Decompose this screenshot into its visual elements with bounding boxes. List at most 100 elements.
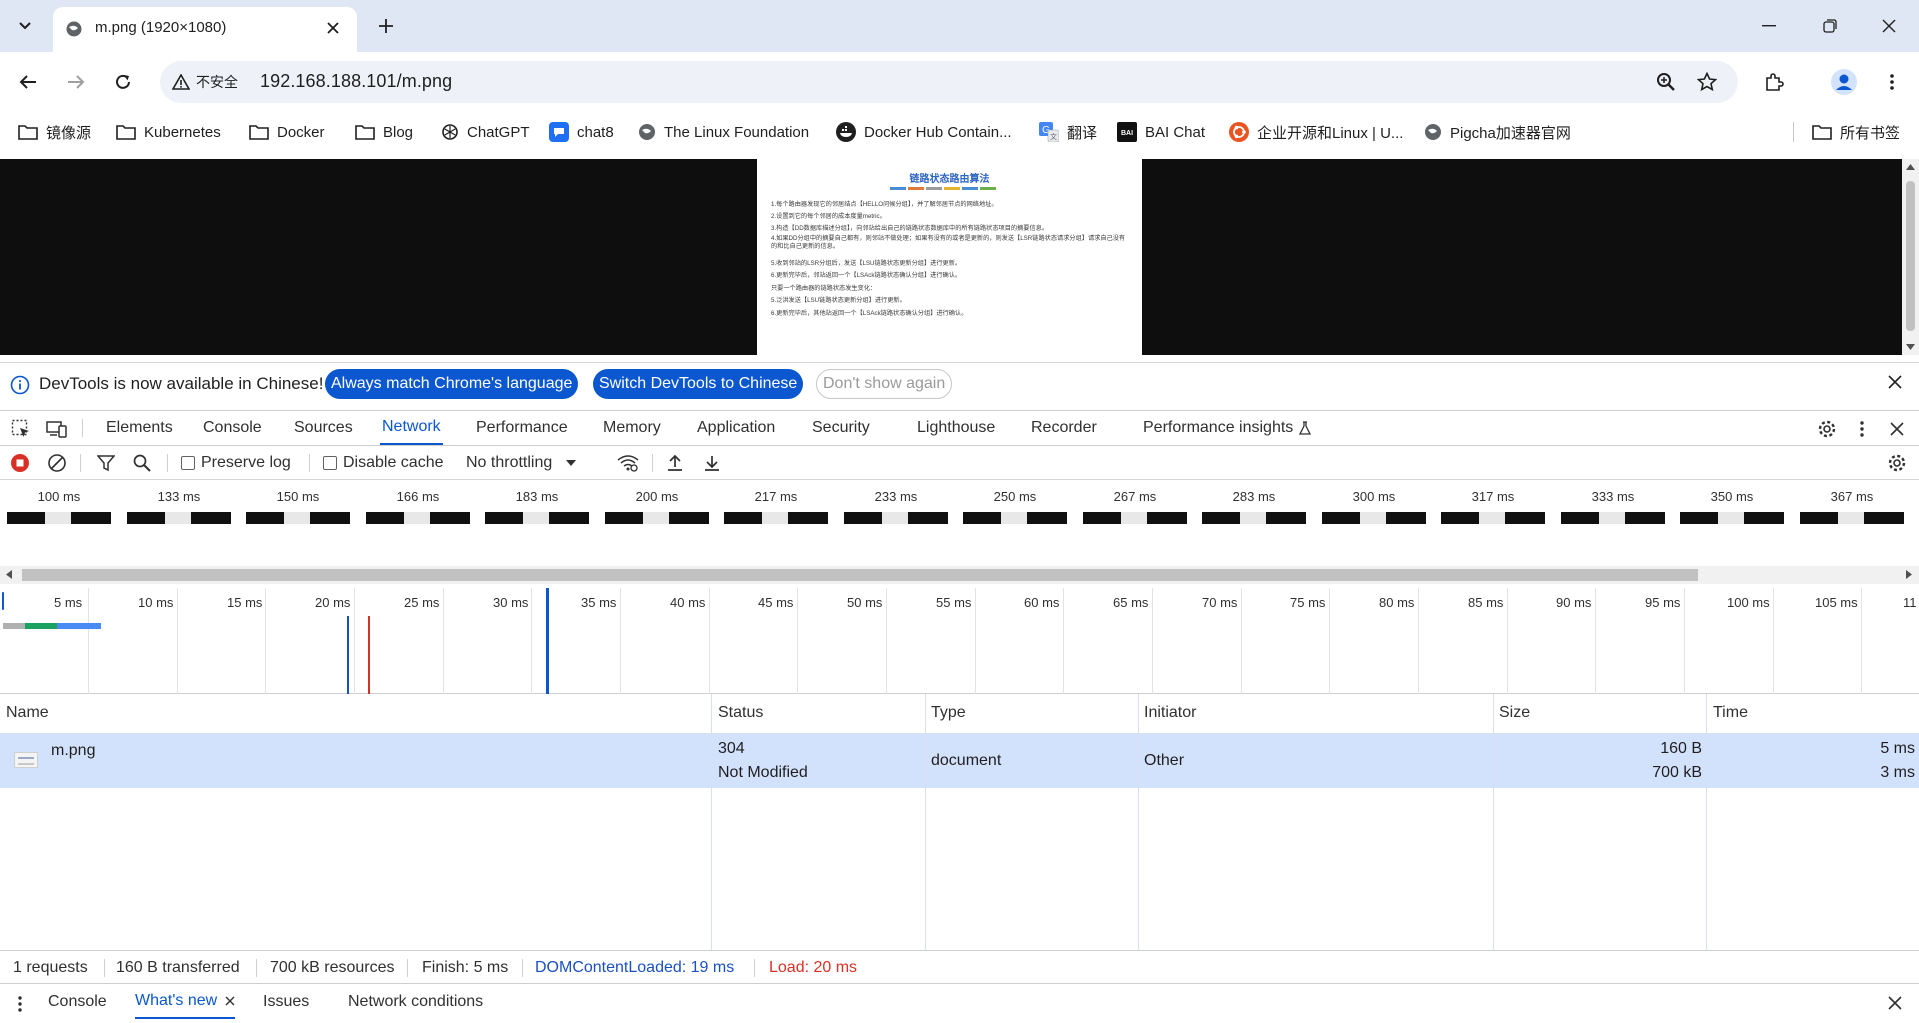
scrollbar-thumb[interactable]: [1906, 181, 1915, 331]
filmstrip-frame[interactable]: 367 ms: [1793, 480, 1911, 524]
bookmark-star-icon[interactable]: [1695, 70, 1719, 94]
column-header-time[interactable]: Time: [1713, 704, 1748, 722]
throttling-select[interactable]: No throttling: [466, 454, 577, 472]
network-conditions-icon[interactable]: [617, 453, 639, 473]
device-toolbar-icon[interactable]: [46, 418, 68, 440]
column-divider[interactable]: [925, 694, 926, 950]
timeline-cursor-marker[interactable]: [546, 588, 549, 694]
filmstrip-frame[interactable]: 300 ms: [1315, 480, 1433, 524]
tab-sources[interactable]: Sources: [292, 411, 355, 445]
tab-elements[interactable]: Elements: [104, 411, 175, 445]
tab-application[interactable]: Application: [695, 411, 777, 445]
filmstrip-frame[interactable]: 183 ms: [478, 480, 596, 524]
export-har-icon[interactable]: [701, 453, 723, 473]
browser-menu-button[interactable]: [1876, 66, 1908, 98]
preserve-log-checkbox[interactable]: Preserve log: [181, 454, 291, 472]
switch-to-chinese-button[interactable]: Switch DevTools to Chinese: [593, 369, 804, 399]
drawer-tab-network-conditions[interactable]: Network conditions: [348, 985, 483, 1019]
active-tab[interactable]: m.png (1920×1080): [53, 7, 357, 52]
drawer-menu-icon[interactable]: [18, 996, 22, 1012]
page-vertical-scrollbar[interactable]: [1902, 159, 1919, 355]
filter-icon[interactable]: [95, 453, 117, 473]
column-header-status[interactable]: Status: [718, 704, 763, 722]
new-tab-button[interactable]: [372, 12, 400, 40]
inspect-element-icon[interactable]: [10, 418, 32, 440]
filmstrip-frame[interactable]: 233 ms: [837, 480, 955, 524]
request-waterfall-bar[interactable]: [3, 623, 101, 629]
close-tab-icon[interactable]: [323, 18, 343, 38]
network-settings-gear-icon[interactable]: [1886, 453, 1908, 473]
bookmark-linux-foundation[interactable]: The Linux Foundation: [638, 120, 809, 144]
back-button[interactable]: [12, 66, 44, 98]
bookmark-folder-docker[interactable]: Docker: [249, 120, 325, 144]
always-match-language-button[interactable]: Always match Chrome's language: [325, 369, 579, 399]
column-header-name[interactable]: Name: [6, 704, 49, 722]
drawer-tab-whats-new[interactable]: What's new: [135, 985, 236, 1019]
request-name[interactable]: m.png: [51, 742, 95, 760]
filmstrip-frame[interactable]: 100 ms: [0, 480, 118, 524]
column-header-size[interactable]: Size: [1499, 704, 1530, 722]
filmstrip-frame[interactable]: 267 ms: [1076, 480, 1194, 524]
tab-security[interactable]: Security: [810, 411, 872, 445]
forward-button[interactable]: [60, 66, 92, 98]
bookmark-chat8[interactable]: chat8: [549, 120, 614, 144]
column-divider[interactable]: [1138, 694, 1139, 950]
drawer-tab-console[interactable]: Console: [48, 985, 107, 1019]
column-divider[interactable]: [1706, 694, 1707, 950]
filmstrip-frame[interactable]: 200 ms: [598, 480, 716, 524]
column-divider[interactable]: [1493, 694, 1494, 950]
filmstrip-frame[interactable]: 250 ms: [956, 480, 1074, 524]
close-window-button[interactable]: [1869, 10, 1909, 42]
filmstrip-horizontal-scrollbar[interactable]: [0, 566, 1919, 584]
bookmark-folder-kubernetes[interactable]: Kubernetes: [116, 120, 221, 144]
tab-performance-insights[interactable]: Performance insights: [1141, 411, 1313, 445]
displayed-image[interactable]: 链路状态路由算法 1.每个路由器发现它的邻居结点【HELLO问候分组】，并了解邻…: [757, 159, 1142, 355]
restore-button[interactable]: [1810, 10, 1850, 42]
bookmark-chatgpt[interactable]: ChatGPT: [441, 120, 530, 144]
bookmark-ubuntu[interactable]: 企业开源和Linux | U...: [1229, 120, 1403, 144]
minimize-button[interactable]: [1749, 10, 1789, 42]
scrollbar-thumb[interactable]: [22, 569, 1698, 581]
close-icon[interactable]: [1888, 375, 1902, 389]
drawer-tab-issues[interactable]: Issues: [263, 985, 309, 1019]
close-drawer-icon[interactable]: [1888, 996, 1902, 1010]
filmstrip-frame[interactable]: 333 ms: [1554, 480, 1672, 524]
zoom-icon[interactable]: [1654, 70, 1678, 94]
bookmark-pigcha[interactable]: Pigcha加速器官网: [1424, 120, 1571, 144]
overview-left-handle[interactable]: [2, 592, 4, 610]
filmstrip-frame[interactable]: 317 ms: [1434, 480, 1552, 524]
network-overview-timeline[interactable]: 5 ms 10 ms 15 ms 20 ms 25 ms 30 ms 35 ms…: [0, 588, 1919, 694]
bookmark-folder-blog[interactable]: Blog: [355, 120, 413, 144]
column-header-initiator[interactable]: Initiator: [1144, 704, 1196, 722]
dont-show-again-button[interactable]: Don't show again: [816, 369, 953, 399]
import-har-icon[interactable]: [664, 453, 686, 473]
column-header-type[interactable]: Type: [931, 704, 966, 722]
filmstrip-frame[interactable]: 150 ms: [239, 480, 357, 524]
tab-lighthouse[interactable]: Lighthouse: [915, 411, 997, 445]
filmstrip-frame[interactable]: 350 ms: [1673, 480, 1791, 524]
tab-search-button[interactable]: [10, 12, 40, 40]
settings-gear-icon[interactable]: [1816, 418, 1838, 440]
tab-performance[interactable]: Performance: [474, 411, 570, 445]
bookmark-translate[interactable]: G文 翻译: [1039, 120, 1097, 144]
bookmark-folder-mirrors[interactable]: 镜像源: [18, 120, 91, 144]
extensions-button[interactable]: [1758, 66, 1790, 98]
search-icon[interactable]: [131, 453, 153, 473]
bookmark-all-bookmarks[interactable]: 所有书签: [1812, 120, 1900, 144]
tab-network[interactable]: Network: [380, 411, 443, 445]
bookmark-bai-chat[interactable]: BAI BAI Chat: [1117, 120, 1205, 144]
filmstrip-frame[interactable]: 133 ms: [120, 480, 238, 524]
tab-console[interactable]: Console: [201, 411, 264, 445]
bookmark-docker-hub[interactable]: Docker Hub Contain...: [836, 120, 1012, 144]
url-text[interactable]: 192.168.188.101/m.png: [260, 71, 452, 92]
clear-icon[interactable]: [46, 453, 68, 473]
filmstrip-frame[interactable]: 283 ms: [1195, 480, 1313, 524]
address-bar[interactable]: 不安全 192.168.188.101/m.png: [160, 61, 1738, 103]
tab-memory[interactable]: Memory: [601, 411, 663, 445]
tab-recorder[interactable]: Recorder: [1029, 411, 1099, 445]
reload-button[interactable]: [107, 66, 139, 98]
security-chip[interactable]: 不安全: [172, 69, 238, 95]
filmstrip-frame[interactable]: 217 ms: [717, 480, 835, 524]
disable-cache-checkbox[interactable]: Disable cache: [323, 454, 444, 472]
close-devtools-icon[interactable]: [1886, 418, 1908, 440]
